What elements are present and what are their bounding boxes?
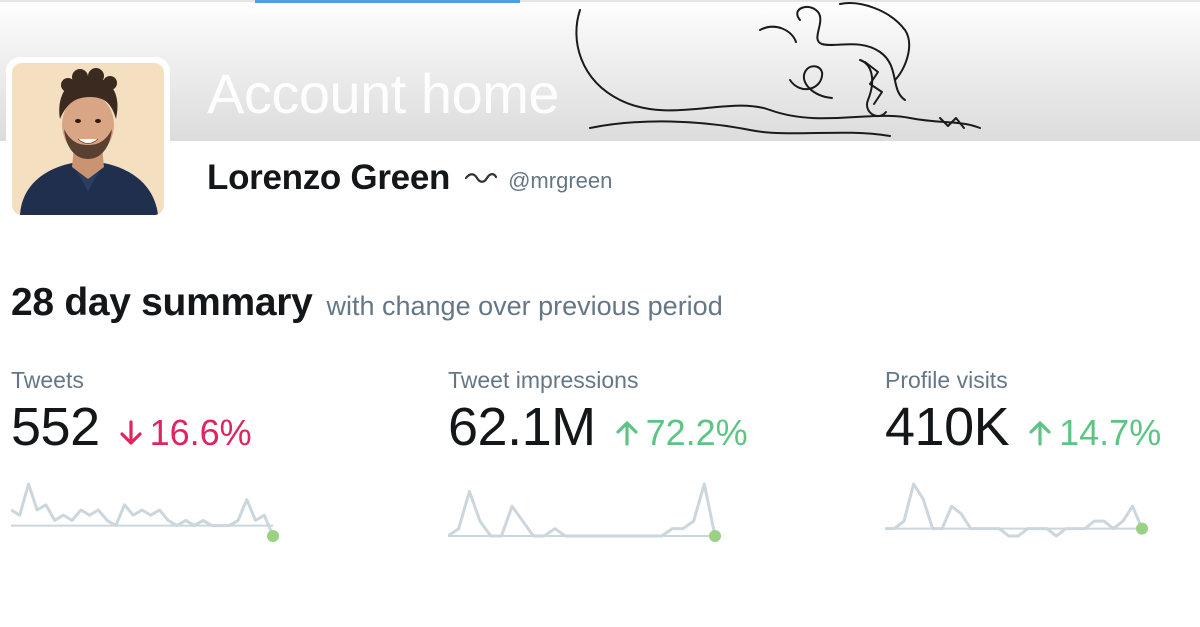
metric-change: 72.2% (614, 412, 748, 454)
metric-value: 552 (11, 397, 100, 457)
metric-tweet-impressions[interactable]: Tweet impressions 62.1M 72.2% (448, 366, 828, 542)
sparkline-endpoint (1136, 522, 1148, 535)
sparkline-series (448, 482, 717, 538)
metric-label: Tweet impressions (448, 367, 639, 393)
metric-change: 14.7% (1027, 412, 1161, 454)
header-banner: Account home (0, 0, 1200, 141)
metric-label: Tweets (11, 367, 84, 393)
avatar (12, 63, 164, 215)
summary-heading: 28 day summary with change over previous… (11, 281, 723, 325)
avatar-frame[interactable] (6, 57, 170, 221)
metric-label: Profile visits (885, 367, 1008, 393)
sparkline-tweets (11, 482, 279, 542)
banner-line-drawing (575, 2, 981, 137)
profile-name-row: Lorenzo Green @mrgreen (207, 158, 612, 198)
sparkline-tweet-impressions (448, 482, 721, 542)
account-home-page: Account home Lorenzo Green @mrgreen 28 d… (0, 0, 1200, 627)
metric-change-value: 72.2% (645, 412, 748, 453)
metric-profile-visits[interactable]: Profile visits 410K 14.7% (885, 366, 1200, 538)
sparkline-endpoint (709, 530, 721, 542)
metric-value: 410K (885, 397, 1010, 457)
summary-subtitle: with change over previous period (326, 291, 723, 321)
arrow-down-icon (120, 420, 142, 445)
squiggle-icon (464, 173, 498, 183)
sparkline-profile-visits (885, 482, 1148, 538)
display-name[interactable]: Lorenzo Green (207, 158, 450, 198)
arrow-up-icon (615, 421, 638, 446)
page-title: Account home (207, 62, 559, 125)
active-tab-indicator (255, 0, 520, 3)
metric-change-value: 14.7% (1059, 412, 1162, 453)
arrow-up-icon (1029, 421, 1051, 446)
metric-tweets[interactable]: Tweets 552 16.6% (11, 366, 391, 542)
user-handle[interactable]: @mrgreen (508, 168, 612, 194)
metric-change: 16.6% (118, 412, 252, 454)
summary-title: 28 day summary (11, 281, 313, 324)
metric-value: 62.1M (448, 397, 596, 457)
sparkline-endpoint (267, 530, 279, 542)
metric-change-value: 16.6% (149, 412, 252, 453)
sparkline-series (11, 482, 275, 537)
